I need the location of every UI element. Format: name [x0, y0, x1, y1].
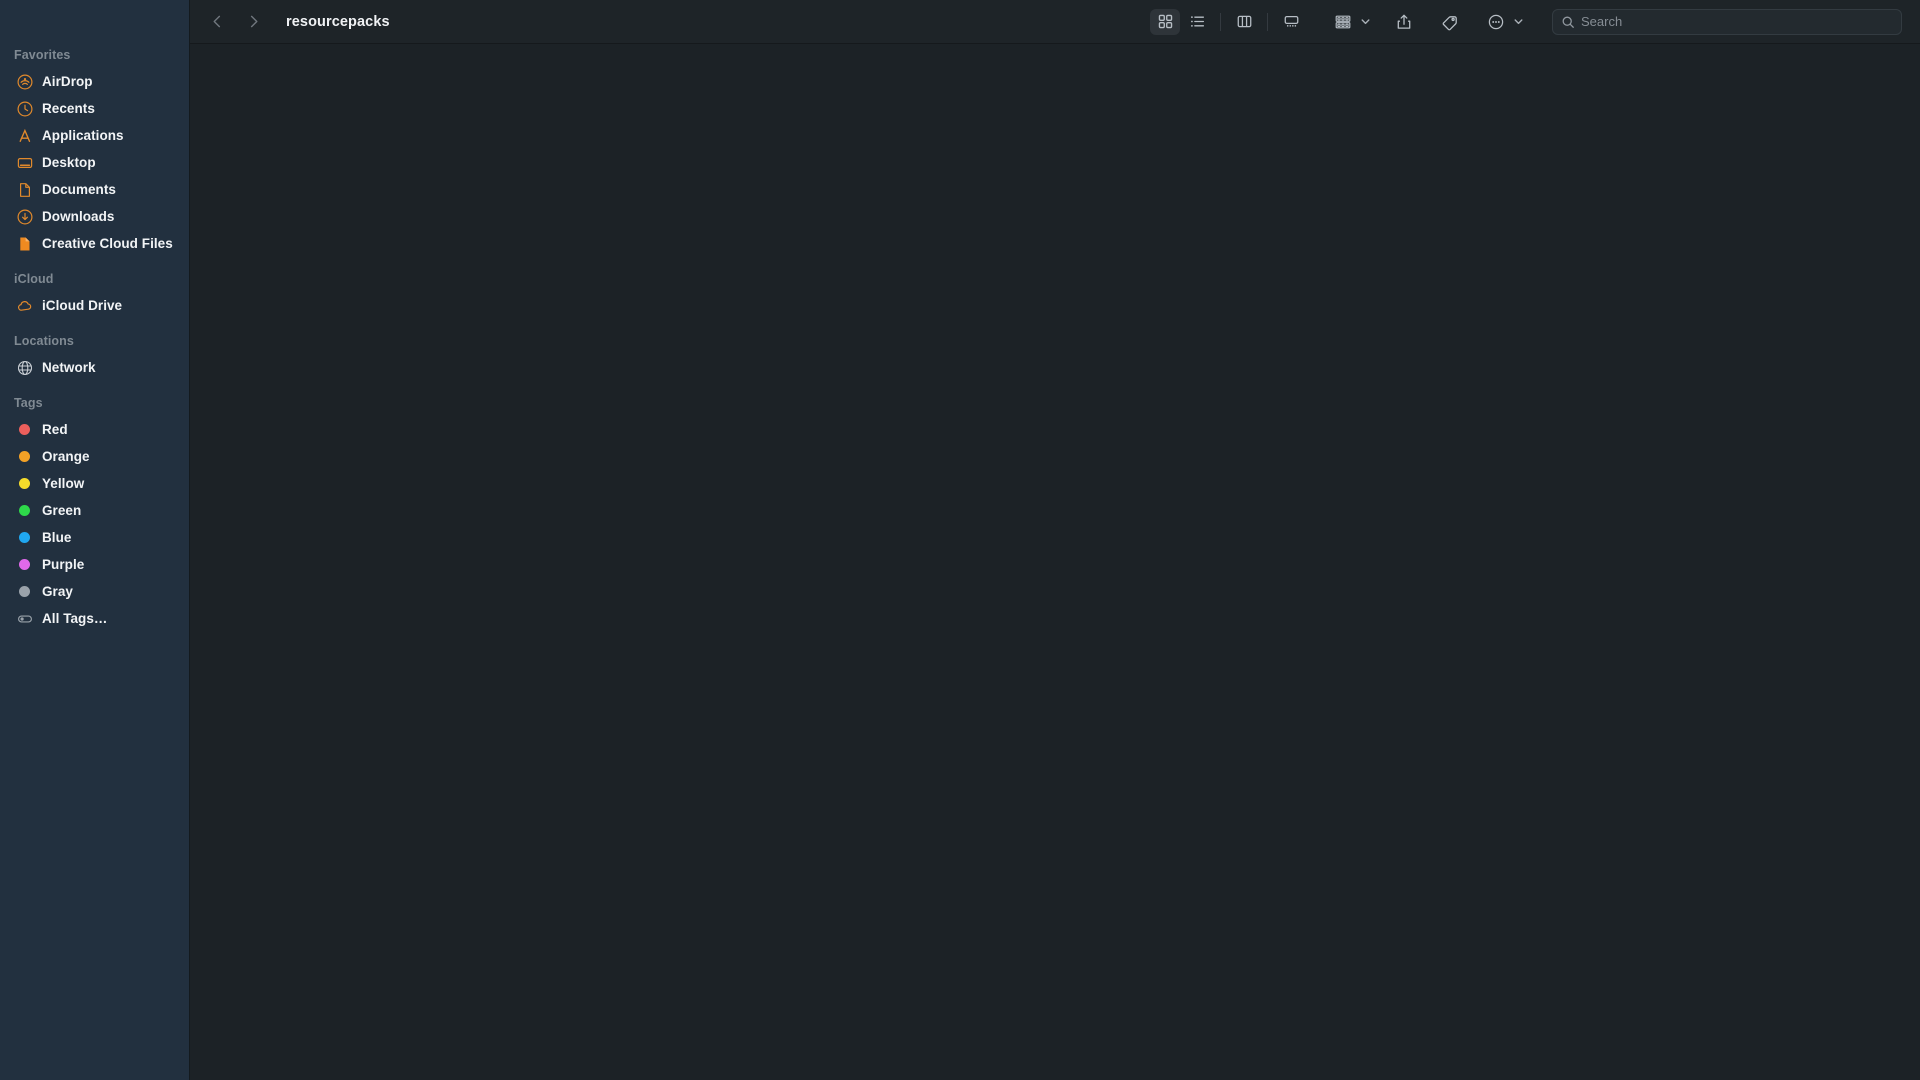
sidebar-item-label: Gray	[42, 584, 73, 599]
sidebar-item-desktop[interactable]: Desktop	[0, 149, 190, 176]
sidebar-item-tag-yellow[interactable]: Yellow	[0, 470, 190, 497]
cloud-icon	[16, 297, 33, 314]
desktop-icon	[16, 154, 33, 171]
sidebar-item-label: Applications	[42, 128, 124, 143]
globe-icon	[16, 359, 33, 376]
chevron-down-icon[interactable]	[1358, 9, 1373, 35]
group-by-button[interactable]	[1328, 9, 1358, 35]
sidebar-item-tag-orange[interactable]: Orange	[0, 443, 190, 470]
sidebar-item-label: Network	[42, 360, 96, 375]
column-view-button[interactable]	[1229, 9, 1259, 35]
sidebar-item-label: iCloud Drive	[42, 298, 123, 313]
toolbar-divider	[1267, 12, 1268, 31]
downloads-icon	[16, 208, 33, 225]
tag-dot-green-icon	[16, 502, 33, 519]
sidebar-item-label: Purple	[42, 557, 85, 572]
sidebar-item-airdrop[interactable]: AirDrop	[0, 68, 190, 95]
tag-dot-yellow-icon	[16, 475, 33, 492]
search-field[interactable]	[1552, 8, 1902, 35]
sidebar-item-label: All Tags…	[42, 611, 108, 626]
creative-cloud-file-icon	[16, 235, 33, 252]
sidebar-item-label: Recents	[42, 101, 95, 116]
sidebar-item-label: Green	[42, 503, 82, 518]
list-view-button[interactable]	[1182, 9, 1212, 35]
sidebar-item-tag-red[interactable]: Red	[0, 416, 190, 443]
navigation-buttons	[204, 9, 266, 35]
sidebar-section-header-tags: Tags	[14, 396, 43, 410]
search-input[interactable]	[1581, 14, 1893, 29]
sidebar-item-network[interactable]: Network	[0, 354, 190, 381]
tag-dot-red-icon	[16, 421, 33, 438]
tag-dot-gray-icon	[16, 583, 33, 600]
all-tags-icon	[16, 610, 33, 627]
sidebar-item-documents[interactable]: Documents	[0, 176, 190, 203]
sidebar-item-label: Orange	[42, 449, 90, 464]
tag-button[interactable]	[1435, 9, 1465, 35]
sidebar-item-downloads[interactable]: Downloads	[0, 203, 190, 230]
toolbar: resourcepacks	[190, 0, 1920, 44]
toolbar-divider	[1220, 12, 1221, 31]
sidebar-item-label: Documents	[42, 182, 116, 197]
more-actions-control[interactable]	[1481, 9, 1526, 35]
applications-icon	[16, 127, 33, 144]
icon-view-button[interactable]	[1150, 8, 1180, 35]
sidebar-item-recents[interactable]: Recents	[0, 95, 190, 122]
back-button[interactable]	[204, 9, 230, 35]
share-button[interactable]	[1389, 9, 1419, 35]
sidebar-section-icloud: iCloud iCloud Drive	[0, 268, 190, 319]
sidebar-section-favorites: Favorites AirDrop Recents Applications D…	[0, 44, 190, 257]
sidebar-item-label: AirDrop	[42, 74, 93, 89]
tag-dot-purple-icon	[16, 556, 33, 573]
sidebar-section-header-icloud: iCloud	[14, 272, 54, 286]
sidebar-item-tag-blue[interactable]: Blue	[0, 524, 190, 551]
sidebar: Favorites AirDrop Recents Applications D…	[0, 0, 190, 1080]
finder-window: Favorites AirDrop Recents Applications D…	[0, 0, 1920, 1080]
sidebar-item-tag-purple[interactable]: Purple	[0, 551, 190, 578]
sidebar-item-label: Creative Cloud Files	[42, 236, 173, 251]
group-by-control[interactable]	[1328, 9, 1373, 35]
sidebar-item-applications[interactable]: Applications	[0, 122, 190, 149]
file-content-area[interactable]	[190, 44, 1920, 1080]
sidebar-section-tags: Tags Red Orange Yellow Green Blue Purple…	[0, 392, 190, 632]
sidebar-item-label: Yellow	[42, 476, 85, 491]
sidebar-item-label: Red	[42, 422, 68, 437]
search-icon	[1561, 15, 1575, 29]
sidebar-item-tag-gray[interactable]: Gray	[0, 578, 190, 605]
sidebar-section-locations: Locations Network	[0, 330, 190, 381]
gallery-view-button[interactable]	[1276, 9, 1306, 35]
page-title: resourcepacks	[286, 13, 390, 30]
sidebar-section-header-locations: Locations	[14, 334, 74, 348]
document-icon	[16, 181, 33, 198]
sidebar-item-label: Blue	[42, 530, 72, 545]
chevron-down-icon[interactable]	[1511, 9, 1526, 35]
toolbar-right-group	[1150, 0, 1920, 44]
sidebar-item-icloud-drive[interactable]: iCloud Drive	[0, 292, 190, 319]
sidebar-item-creative-cloud-files[interactable]: Creative Cloud Files	[0, 230, 190, 257]
airdrop-icon	[16, 73, 33, 90]
view-mode-group	[1150, 8, 1306, 35]
tag-dot-orange-icon	[16, 448, 33, 465]
main-area: resourcepacks	[190, 0, 1920, 1080]
clock-icon	[16, 100, 33, 117]
sidebar-item-label: Downloads	[42, 209, 115, 224]
sidebar-item-label: Desktop	[42, 155, 96, 170]
sidebar-section-header-favorites: Favorites	[14, 48, 71, 62]
forward-button[interactable]	[240, 9, 266, 35]
sidebar-item-all-tags[interactable]: All Tags…	[0, 605, 190, 632]
sidebar-item-tag-green[interactable]: Green	[0, 497, 190, 524]
more-button[interactable]	[1481, 9, 1511, 35]
tag-dot-blue-icon	[16, 529, 33, 546]
